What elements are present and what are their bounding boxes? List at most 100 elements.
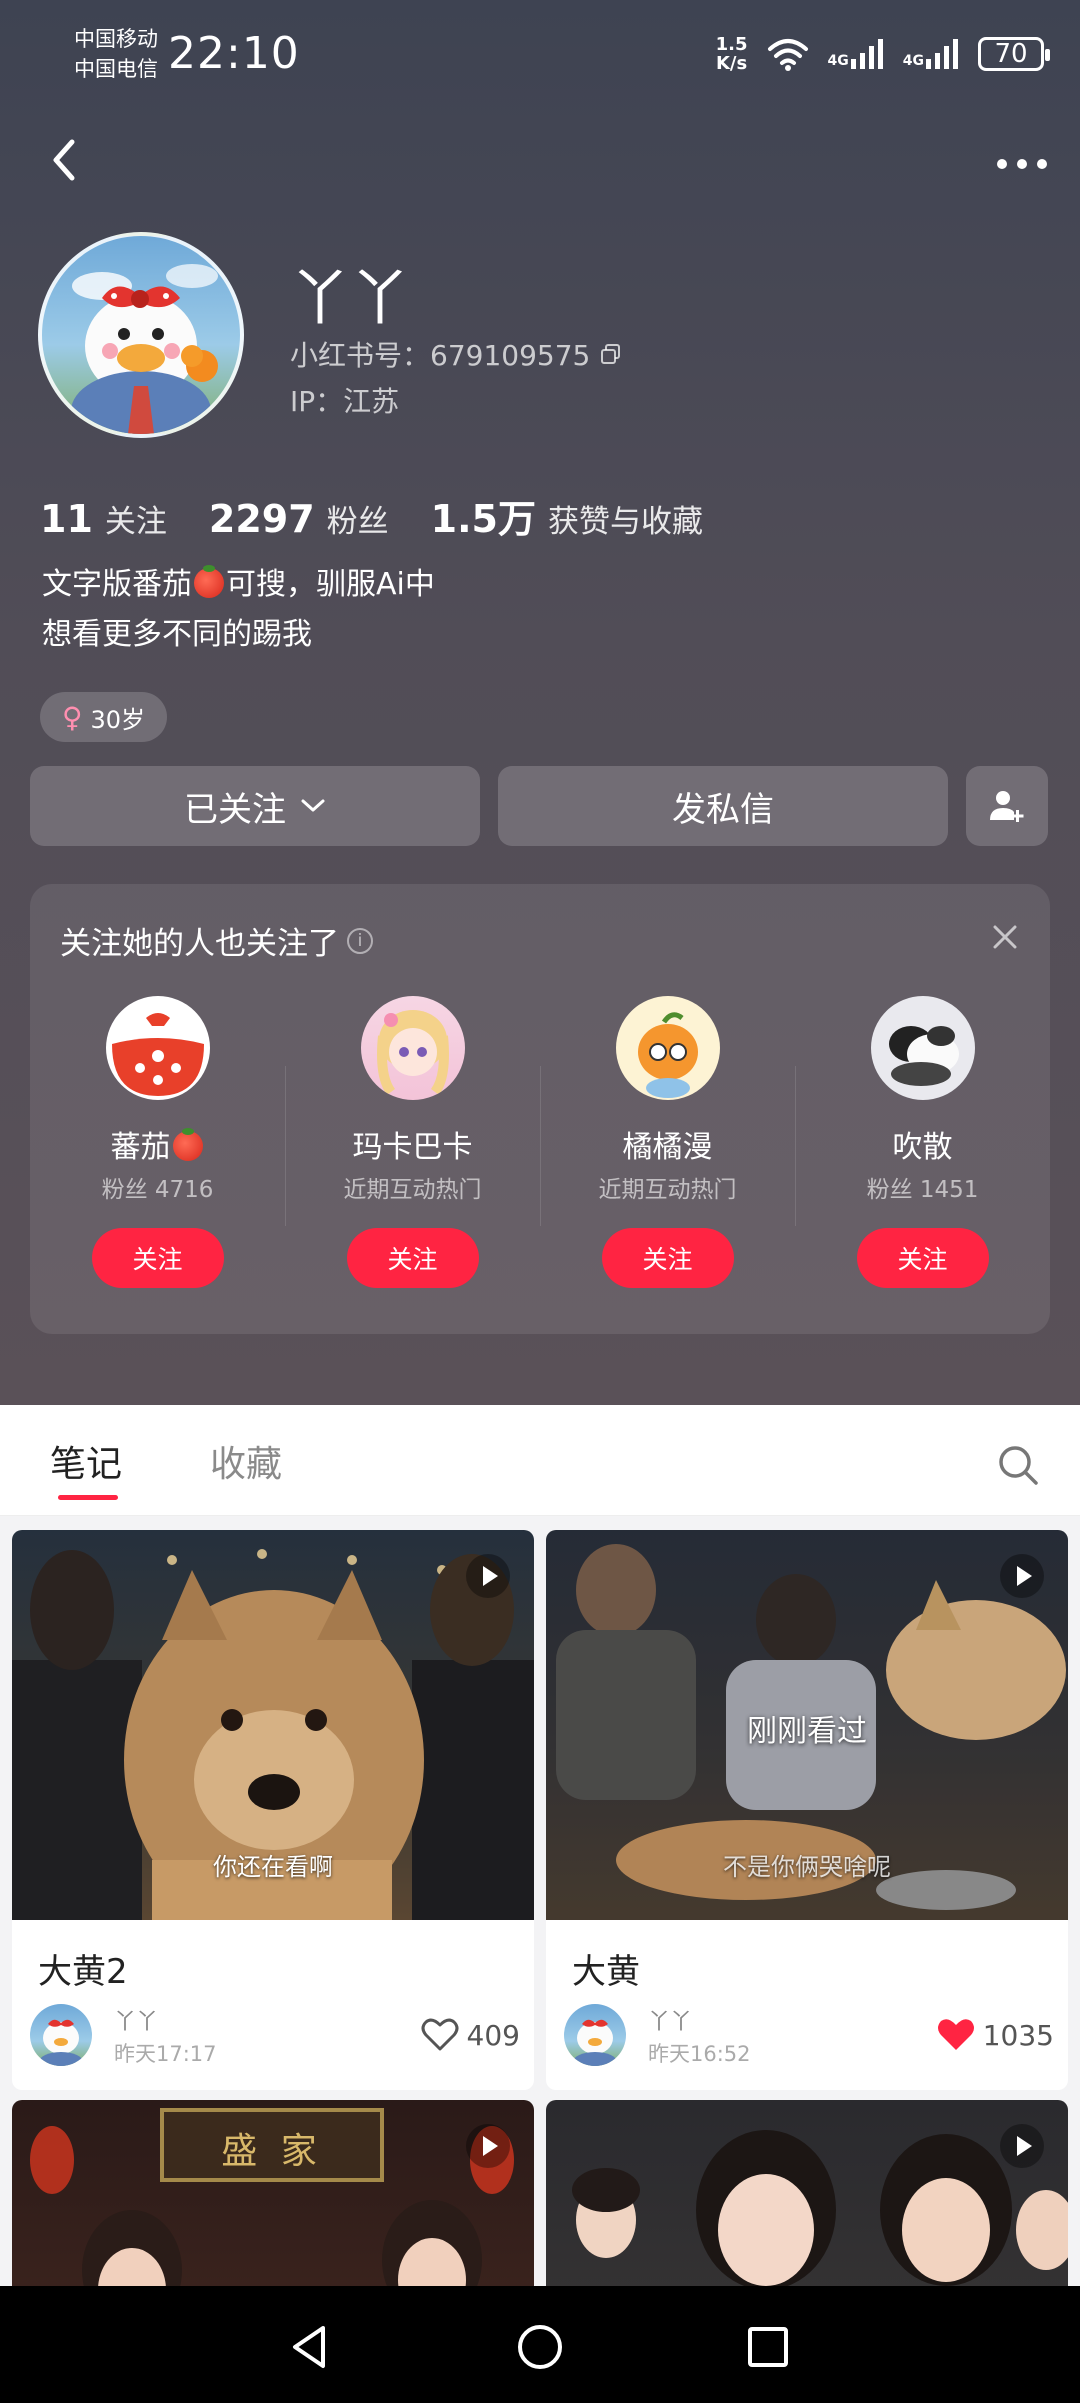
video-play-icon — [1000, 2124, 1044, 2168]
orange-character-avatar-image — [637, 1012, 698, 1098]
like-button[interactable]: 1035 — [937, 2018, 1054, 2052]
net-speed-unit: K/s — [715, 53, 748, 74]
note-cover-caption: 不是你俩哭啥呢 — [723, 1853, 891, 1881]
suggested-user[interactable]: 橘橘漫 近期互动热门 关注 — [540, 996, 795, 1316]
like-count: 409 — [466, 2018, 520, 2052]
signal-2-icon: 4G — [903, 39, 960, 69]
suggested-user[interactable]: 蕃茄 粉丝 4716 关注 — [30, 996, 285, 1316]
tomato-emoji-icon — [172, 1128, 203, 1161]
carrier-1: 中国移动 — [74, 27, 158, 51]
stat-following[interactable]: 11 关注 — [40, 496, 167, 541]
redbook-id[interactable]: 小红书号：679109575 — [290, 334, 622, 374]
bio-line-1-a: 文字版番茄 — [42, 567, 192, 602]
follow-button[interactable]: 关注 — [601, 1228, 734, 1288]
signal-2-label: 4G — [902, 53, 924, 69]
search-icon[interactable] — [996, 1443, 1040, 1487]
carrier-labels: 中国移动 中国电信 — [74, 24, 158, 84]
suggested-user-name: 玛卡巴卡 — [352, 1130, 473, 1165]
note-card[interactable]: 盛 家 — [12, 2100, 534, 2286]
add-friend-button[interactable] — [966, 766, 1048, 846]
age-tag: ♀ 30岁 — [40, 692, 168, 742]
stat-likes[interactable]: 1.5万 获赞与收藏 — [431, 488, 703, 543]
tomato-emoji-icon — [194, 565, 224, 598]
recently-viewed-badge: 刚刚看过 — [747, 1714, 867, 1749]
profile-header: 中国移动 中国电信 22:10 1.5 K/s 4G 4G 70 丫丫 小红书号… — [0, 0, 1080, 1405]
suggested-user-avatar[interactable] — [870, 996, 975, 1100]
heart-outline-icon — [421, 2018, 459, 2051]
stat-followers[interactable]: 2297 粉丝 — [209, 496, 389, 541]
nickname: 丫丫 — [290, 264, 410, 334]
suggested-user-subtitle: 近期互动热门 — [343, 1177, 482, 1203]
note-cover-caption: 你还在看啊 — [213, 1853, 333, 1881]
following-label: 已关注 — [184, 789, 286, 830]
more-icon[interactable] — [992, 140, 1052, 180]
suggested-follows-title: 关注她的人也关注了 i — [60, 918, 373, 963]
video-play-icon — [1000, 1554, 1044, 1598]
follow-button[interactable]: 关注 — [856, 1228, 989, 1288]
note-cover-image[interactable] — [546, 2100, 1068, 2286]
redbook-id-text: 小红书号：679109575 — [290, 339, 591, 372]
note-cover-image[interactable]: 刚刚看过 不是你俩哭啥呢 — [546, 1530, 1068, 1920]
back-icon[interactable] — [38, 130, 98, 190]
follow-button[interactable]: 关注 — [91, 1228, 224, 1288]
info-icon[interactable]: i — [347, 927, 373, 954]
tab-notes[interactable]: 笔记 — [50, 1435, 122, 1487]
stat-likes-label: 获赞与收藏 — [547, 504, 703, 540]
system-navigation-bar — [0, 2286, 1080, 2403]
suggested-user-avatar[interactable] — [360, 996, 465, 1100]
status-bar: 中国移动 中国电信 22:10 1.5 K/s 4G 4G 70 — [0, 0, 1080, 110]
nav-recents-icon[interactable] — [743, 2322, 793, 2372]
author-avatar[interactable] — [30, 2004, 92, 2066]
author-name[interactable]: 丫丫 — [648, 2004, 692, 2036]
tab-collections[interactable]: 收藏 — [210, 1435, 282, 1487]
signal-1-icon: 4G — [828, 39, 885, 69]
suggested-title-text: 关注她的人也关注了 — [60, 926, 339, 962]
suggested-user-subtitle: 粉丝 1451 — [866, 1177, 979, 1203]
ip-location: IP：江苏 — [290, 385, 400, 418]
message-button[interactable]: 发私信 — [498, 766, 948, 846]
note-meta: 丫丫 昨天17:17 409 — [30, 2004, 520, 2068]
duck-avatar-image — [573, 2019, 617, 2066]
suggested-follows-card: 关注她的人也关注了 i 蕃茄 粉丝 4716 关注 玛卡巴卡 近期互动热门 关注… — [30, 884, 1050, 1334]
suggested-user[interactable]: 吹散 粉丝 1451 关注 — [795, 996, 1050, 1316]
nav-back-icon[interactable] — [285, 2322, 335, 2372]
age-tag-text: 30岁 — [90, 705, 146, 734]
stat-followers-count: 2297 — [208, 497, 315, 541]
note-card[interactable]: 你还在看啊 大黄2 丫丫 昨天17:17 409 — [12, 1530, 534, 2090]
signal-1-label: 4G — [827, 53, 849, 69]
net-speed-value: 1.5 — [715, 34, 748, 55]
bio-line-2: 想看更多不同的踢我 — [42, 617, 312, 652]
note-title[interactable]: 大黄2 — [38, 1944, 128, 1993]
suggested-user-name: 蕃茄 — [30, 1122, 285, 1166]
avatar[interactable] — [38, 232, 244, 438]
author-avatar[interactable] — [564, 2004, 626, 2066]
nav-home-icon[interactable] — [515, 2322, 565, 2372]
following-button[interactable]: 已关注 — [30, 766, 480, 846]
sign-text: 盛 家 — [221, 2131, 323, 2172]
note-time: 昨天16:52 — [648, 2042, 751, 2066]
author-name[interactable]: 丫丫 — [114, 2004, 158, 2036]
like-button[interactable]: 409 — [421, 2018, 520, 2052]
suggested-user-avatar[interactable] — [615, 996, 720, 1100]
copy-icon[interactable] — [600, 343, 622, 365]
suggested-user[interactable]: 玛卡巴卡 近期互动热门 关注 — [285, 996, 540, 1316]
suggested-user-name-text: 蕃茄 — [110, 1130, 171, 1165]
profile-stats: 11 关注 2297 粉丝 1.5万 获赞与收藏 — [40, 488, 745, 543]
suggested-user-avatar[interactable] — [105, 996, 210, 1100]
carrier-2: 中国电信 — [74, 57, 158, 81]
close-icon[interactable] — [990, 922, 1020, 952]
note-cover-image[interactable]: 盛 家 — [12, 2100, 534, 2286]
wifi-icon — [767, 39, 808, 71]
follow-button[interactable]: 关注 — [346, 1228, 479, 1288]
chevron-down-icon — [301, 799, 325, 812]
tab-active-indicator — [58, 1495, 118, 1500]
cat-photo-avatar-image — [888, 1026, 959, 1086]
note-card[interactable]: 刚刚看过 不是你俩哭啥呢 大黄 丫丫 昨天16:52 1035 — [546, 1530, 1068, 2090]
female-icon: ♀ — [62, 700, 83, 734]
note-title[interactable]: 大黄 — [572, 1944, 640, 1993]
clock: 22:10 — [168, 28, 300, 79]
anime-girl-avatar-image — [376, 1010, 449, 1095]
bio-line-1-b: 可搜，驯服Ai中 — [226, 567, 435, 602]
note-cover-image[interactable]: 你还在看啊 — [12, 1530, 534, 1920]
note-card[interactable] — [546, 2100, 1068, 2286]
